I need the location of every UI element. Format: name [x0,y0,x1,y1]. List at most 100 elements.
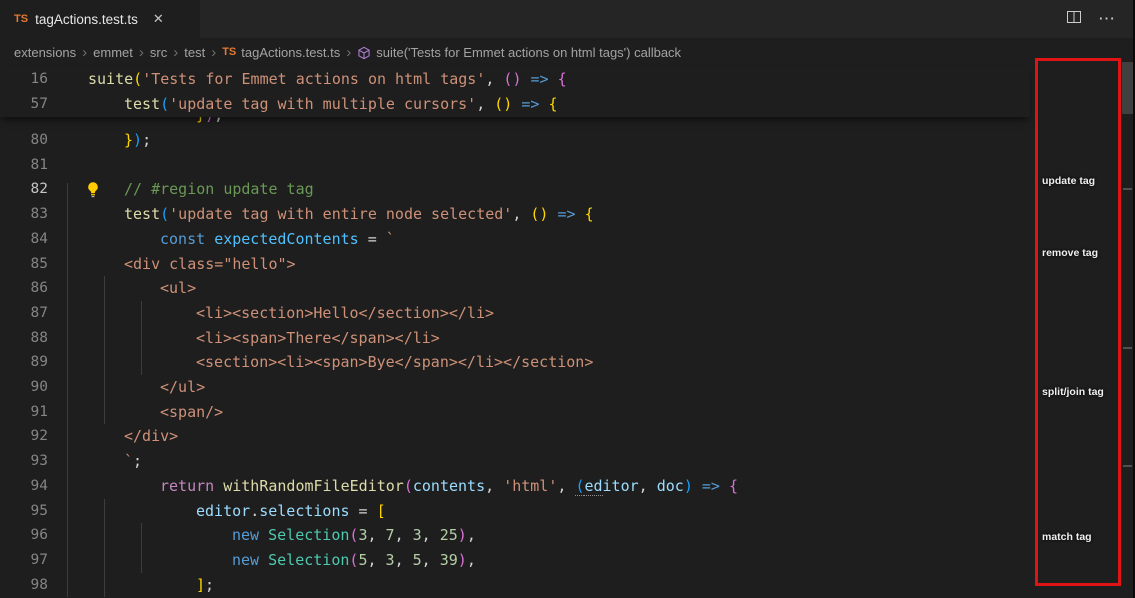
breadcrumb-item[interactable]: extensions [14,45,76,60]
tab-title: tagActions.test.ts [35,12,138,27]
breadcrumb-separator-icon: › [345,45,352,60]
code-text: <li><span>There</span></li> [88,326,440,351]
minimap-annotation-label: remove tag [1042,247,1098,259]
line-number[interactable]: 88 [0,326,48,351]
breadcrumb-item[interactable]: TS tagActions.test.ts [222,45,340,60]
breadcrumb-separator-icon: › [81,45,88,60]
code-text: new Selection(5, 3, 5, 39), [88,548,476,573]
code-line[interactable]: 96 new Selection(3, 7, 3, 25), [0,523,1030,548]
minimap-annotation-label: split/join tag [1042,386,1104,398]
code-line[interactable]: 92 </div> [0,424,1030,449]
code-line[interactable]: 16 suite('Tests for Emmet actions on html… [0,67,1030,92]
symbol-cube-icon [357,46,371,60]
line-number[interactable]: 16 [0,67,48,92]
code-text: suite('Tests for Emmet actions on html t… [88,67,567,92]
code-text: new Selection(3, 7, 3, 25), [88,523,476,548]
code-line[interactable]: 94 return withRandomFileEditor(contents, … [0,474,1030,499]
breadcrumb-label: src [150,45,167,60]
breadcrumb-separator-icon: › [138,45,145,60]
line-number[interactable]: 85 [0,252,48,277]
tab-tagactions-test-ts[interactable]: TS tagActions.test.ts ✕ [0,0,200,38]
typescript-file-icon: TS [222,46,236,58]
line-number[interactable]: 89 [0,350,48,375]
breadcrumb: extensions › emmet › src › test › TS tagActions.t… [0,38,1135,66]
line-number[interactable]: 98 [0,573,48,598]
code-line[interactable]: 83 test('update tag with entire node sele… [0,202,1030,227]
editor-area[interactable]: });80});8182 // #region update tag 83 test(… [0,66,1135,598]
breadcrumb-item[interactable]: src [150,45,167,60]
code-line[interactable]: 57 test('update tag with multiple cursors… [0,92,1030,117]
scrollbar-slider[interactable] [1122,62,1133,114]
breadcrumb-item[interactable]: test [184,45,205,60]
breadcrumb-label: test [184,45,205,60]
line-number[interactable]: 90 [0,375,48,400]
lightbulb-button[interactable] [85,181,101,203]
code-text: <ul> [88,276,196,301]
code-text: </div> [88,424,178,449]
breadcrumb-label: extensions [14,45,76,60]
overview-ruler-mark [1123,347,1132,349]
overview-ruler-mark [1123,465,1132,467]
close-icon[interactable]: ✕ [153,11,164,27]
code-line[interactable]: 85 <div class="hello"> [0,252,1030,277]
code-text: test('update tag with multiple cursors',… [88,92,557,117]
code-text: // #region update tag [88,177,314,202]
line-number[interactable]: 97 [0,548,48,573]
breadcrumb-label: tagActions.test.ts [241,45,340,60]
code-text: <section><li><span>Bye</span></li></sect… [88,350,593,375]
line-number[interactable]: 92 [0,424,48,449]
code-line[interactable]: 89 <section><li><span>Bye</span></li></se… [0,350,1030,375]
tab-bar: TS tagActions.test.ts ✕ ⋯ [0,0,1135,38]
line-number[interactable]: 96 [0,523,48,548]
line-number[interactable]: 93 [0,449,48,474]
breadcrumb-item[interactable]: suite('Tests for Emmet actions on html t… [357,45,681,60]
line-number[interactable]: 95 [0,499,48,524]
line-number[interactable]: 83 [0,202,48,227]
breadcrumb-label: emmet [93,45,133,60]
code-text: const expectedContents = ` [88,227,395,252]
line-number[interactable]: 91 [0,400,48,425]
line-number[interactable]: 80 [0,128,48,153]
lightbulb-icon [85,181,101,198]
code-text: <div class="hello"> [88,252,296,277]
code-line[interactable]: 95 editor.selections = [ [0,499,1030,524]
breadcrumb-label: suite('Tests for Emmet actions on html t… [376,45,681,60]
sticky-scroll[interactable]: 16 suite('Tests for Emmet actions on html… [0,66,1030,117]
line-number[interactable]: 87 [0,301,48,326]
code-line[interactable]: 84 const expectedContents = ` [0,227,1030,252]
line-number[interactable]: 84 [0,227,48,252]
breadcrumb-separator-icon: › [172,45,179,60]
code-line[interactable]: 90</ul> [0,375,1030,400]
vertical-scrollbar[interactable] [1122,0,1133,598]
line-number[interactable]: 81 [0,153,48,178]
code-line[interactable]: 98]; [0,573,1030,598]
code-line[interactable]: 88 <li><span>There</span></li> [0,326,1030,351]
minimap-annotation-label: match tag [1042,531,1092,543]
code-line[interactable]: 81 [0,153,1030,178]
breadcrumb-item[interactable]: emmet [93,45,133,60]
code-text: `; [88,449,142,474]
code-text: <li><section>Hello</section></li> [88,301,494,326]
line-number[interactable]: 57 [0,92,48,117]
vscode-window: { "tab": { "icon_text": "TS", "title": "… [0,0,1135,598]
code-text: test('update tag with entire node select… [88,202,594,227]
line-number[interactable]: 94 [0,474,48,499]
code-text: editor.selections = [ [88,499,386,524]
code-text: }); [88,128,151,153]
code-line[interactable]: 80}); [0,128,1030,153]
code-line[interactable]: 93 `; [0,449,1030,474]
minimap-annotation-label: update tag [1042,175,1095,187]
code-line[interactable]: 91 <span/> [0,400,1030,425]
code-text: <span/> [88,400,223,425]
overview-ruler-mark [1123,188,1132,190]
code-text: return withRandomFileEditor(contents, 'h… [88,474,738,499]
code-line[interactable]: 87 <li><section>Hello</section></li> [0,301,1030,326]
line-number[interactable]: 86 [0,276,48,301]
code-line[interactable]: 97 new Selection(5, 3, 5, 39), [0,548,1030,573]
minimap-highlight-box [1035,58,1121,586]
code-line[interactable]: 82 // #region update tag [0,177,1030,202]
breadcrumb-separator-icon: › [210,45,217,60]
code-line[interactable]: 86 <ul> [0,276,1030,301]
typescript-file-icon: TS [14,13,28,25]
line-number[interactable]: 82 [0,177,48,202]
